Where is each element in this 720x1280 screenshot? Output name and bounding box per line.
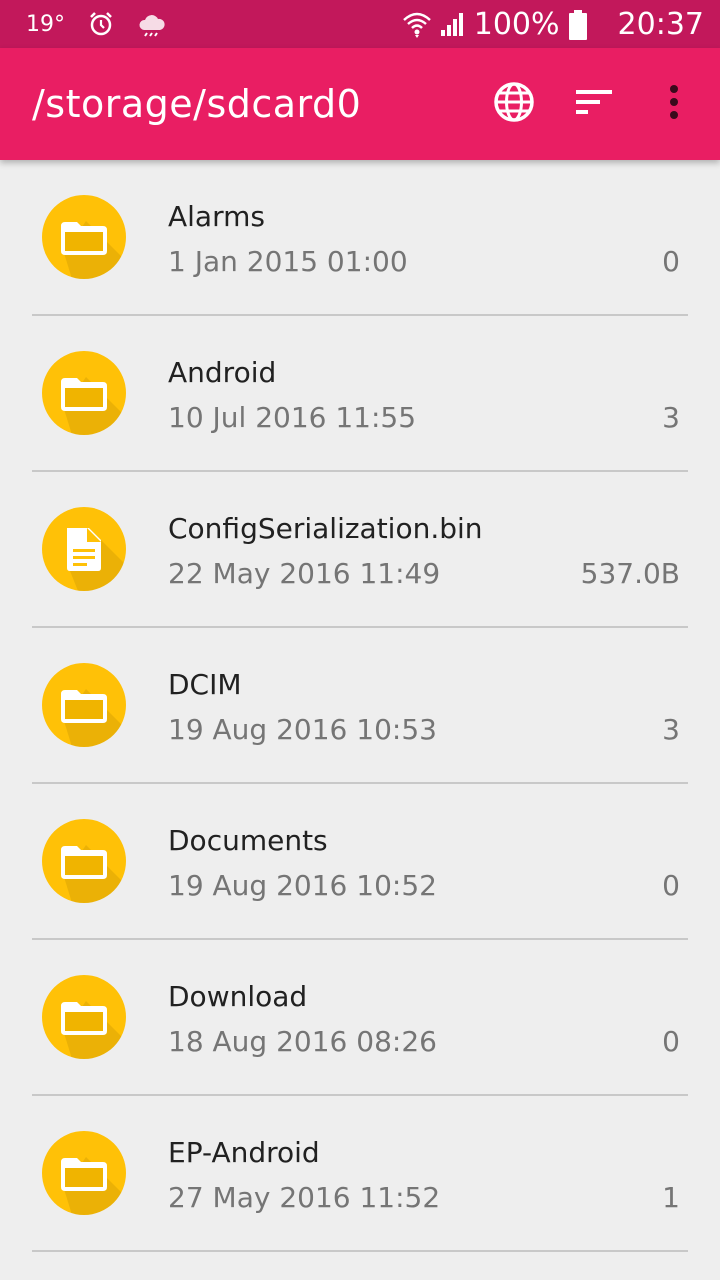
globe-button[interactable]	[474, 48, 554, 160]
file-date: 1 Jan 2015 01:00	[168, 245, 408, 278]
list-item[interactable]: Documents 19 Aug 2016 10:52 0	[0, 784, 720, 940]
folder-icon	[42, 1131, 126, 1215]
file-date: 27 May 2016 11:52	[168, 1181, 441, 1214]
weather-cloud-icon	[137, 10, 165, 38]
file-size: 3	[662, 713, 680, 746]
status-bar: 19° 100% 20:37	[0, 0, 720, 48]
app-bar: /storage/sdcard0	[0, 48, 720, 160]
list-item[interactable]: Download 18 Aug 2016 08:26 0	[0, 940, 720, 1096]
file-name: Download	[168, 980, 308, 1013]
file-name: Alarms	[168, 200, 265, 233]
wifi-icon	[402, 10, 431, 38]
file-size: 537.0B	[580, 557, 680, 590]
sort-button[interactable]	[554, 48, 634, 160]
alarm-clock-icon	[87, 10, 115, 38]
file-date: 10 Jul 2016 11:55	[168, 401, 417, 434]
signal-icon	[438, 10, 466, 38]
list-item[interactable]: Android 10 Jul 2016 11:55 3	[0, 316, 720, 472]
file-name: Documents	[168, 824, 328, 857]
file-size: 0	[662, 1025, 680, 1058]
file-name: DCIM	[168, 668, 242, 701]
globe-icon	[493, 81, 535, 128]
folder-icon	[42, 975, 126, 1059]
file-size: 1	[662, 1181, 680, 1214]
file-name: EP-Android	[168, 1136, 320, 1169]
file-size: 0	[662, 245, 680, 278]
overflow-menu-button[interactable]	[634, 48, 714, 160]
folder-icon	[42, 819, 126, 903]
file-size: 3	[662, 401, 680, 434]
file-date: 18 Aug 2016 08:26	[168, 1025, 437, 1058]
list-item[interactable]: EP-Android 27 May 2016 11:52 1	[0, 1096, 720, 1252]
file-date: 19 Aug 2016 10:53	[168, 713, 437, 746]
file-name: Android	[168, 356, 277, 389]
list-item[interactable]: DCIM 19 Aug 2016 10:53 3	[0, 628, 720, 784]
folder-icon	[42, 195, 126, 279]
battery-percent-text: 100%	[473, 6, 560, 42]
file-date: 22 May 2016 11:49	[168, 557, 441, 590]
file-document-icon	[42, 507, 126, 591]
temperature-text: 19°	[26, 11, 65, 37]
sort-icon	[574, 87, 614, 122]
more-vert-icon	[669, 84, 679, 125]
clock-text: 20:37	[617, 6, 704, 42]
file-name: ConfigSerialization.bin	[168, 512, 483, 545]
folder-icon	[42, 351, 126, 435]
file-list: Alarms 1 Jan 2015 01:00 0 Android 10 Jul…	[0, 160, 720, 1252]
file-date: 19 Aug 2016 10:52	[168, 869, 437, 902]
current-path-title: /storage/sdcard0	[32, 82, 362, 126]
divider	[32, 1250, 688, 1252]
list-item[interactable]: Alarms 1 Jan 2015 01:00 0	[0, 160, 720, 316]
list-item[interactable]: ConfigSerialization.bin 22 May 2016 11:4…	[0, 472, 720, 628]
file-size: 0	[662, 869, 680, 902]
folder-icon	[42, 663, 126, 747]
battery-icon	[568, 10, 596, 40]
